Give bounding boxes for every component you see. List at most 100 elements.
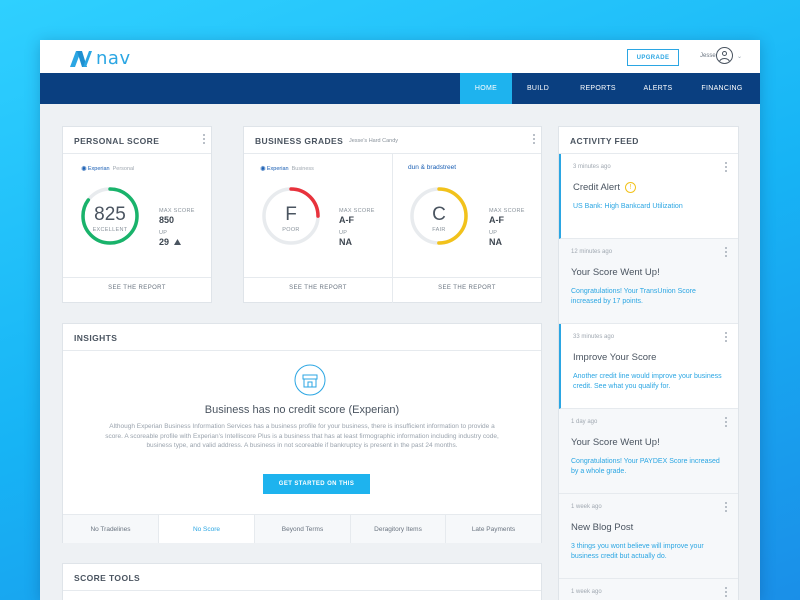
bureau-name: Experian — [88, 166, 110, 172]
bureau-logo: ✺ Experian Business — [260, 165, 314, 173]
alert-icon: ! — [625, 182, 636, 193]
activity-desc[interactable]: Congratulations! Your PAYDEX Score incre… — [571, 457, 726, 477]
nav-logo-icon — [70, 51, 92, 67]
up-label: UP — [339, 230, 347, 236]
activity-time: 3 minutes ago — [573, 164, 611, 170]
insight-body: Although Experian Business Information S… — [101, 422, 503, 451]
more-icon[interactable] — [724, 247, 728, 259]
activity-item[interactable]: 1 week ago New Blog Post 3 things you wo… — [559, 494, 738, 579]
activity-item[interactable]: 3 minutes ago Credit Alert ! US Bank: Hi… — [559, 154, 738, 239]
up-value: NA — [339, 237, 352, 247]
card-title: ACTIVITY FEED — [570, 136, 639, 146]
score-tools-card: SCORE TOOLS — [62, 563, 542, 600]
score-rating: EXCELLENT — [79, 227, 141, 233]
bureau-sub: Personal — [113, 166, 135, 172]
bureau-sub: Business — [292, 166, 314, 172]
activity-item[interactable]: 1 day ago Your Score Went Up! Congratula… — [559, 409, 738, 494]
nav-home[interactable]: HOME — [460, 73, 512, 104]
activity-time: 33 minutes ago — [573, 334, 614, 340]
activity-title-row: Credit Alert ! — [573, 182, 636, 193]
chevron-down-icon[interactable]: ⌄ — [737, 53, 742, 60]
more-icon[interactable] — [724, 587, 728, 599]
insight-heading: Business has no credit score (Experian) — [63, 404, 541, 416]
grade-rating: POOR — [260, 227, 322, 233]
more-icon[interactable] — [724, 162, 728, 174]
tab-no-score[interactable]: No Score — [159, 515, 255, 543]
tab-beyond-terms[interactable]: Beyond Terms — [255, 515, 351, 543]
card-title: PERSONAL SCORE — [74, 136, 159, 146]
nav-alerts[interactable]: ALERTS — [632, 73, 684, 104]
storefront-icon — [294, 364, 326, 396]
up-value: NA — [489, 237, 502, 247]
top-bar: nav UPGRADE Jesse ⌄ — [40, 40, 760, 73]
avatar-icon[interactable] — [716, 47, 733, 64]
more-icon[interactable] — [724, 502, 728, 514]
personal-score-card: PERSONAL SCORE ✺ Experian Personal 825 E… — [62, 126, 212, 303]
logo-text: nav — [96, 48, 131, 69]
see-report-link[interactable]: SEE THE REPORT — [63, 285, 211, 291]
app-window: nav UPGRADE Jesse ⌄ HOME BUILD REPORTS A… — [40, 40, 760, 600]
logo[interactable]: nav — [70, 48, 131, 69]
activity-title: New Blog Post — [571, 522, 633, 533]
up-label: UP — [159, 230, 167, 236]
max-value: 850 — [159, 215, 174, 225]
activity-time: 1 week ago — [571, 589, 602, 595]
activity-desc[interactable]: Congratulations! Your TransUnion Score i… — [571, 287, 726, 307]
nav-financing[interactable]: FINANCING — [692, 73, 752, 104]
experian-icon: ✺ — [260, 165, 266, 173]
max-value: A-F — [489, 215, 504, 225]
activity-time: 12 minutes ago — [571, 249, 612, 255]
experian-icon: ✺ — [81, 165, 87, 173]
activity-item[interactable]: 12 minutes ago Your Score Went Up! Congr… — [559, 239, 738, 324]
insight-tabs: No Tradelines No Score Beyond Terms Dera… — [63, 514, 541, 543]
tab-deragitory-items[interactable]: Deragitory Items — [351, 515, 446, 543]
upgrade-button[interactable]: UPGRADE — [627, 49, 679, 66]
activity-time: 1 week ago — [571, 504, 602, 510]
max-label: MAX SCORE — [489, 208, 525, 214]
main-nav: HOME BUILD REPORTS ALERTS FINANCING — [40, 73, 760, 104]
card-title: BUSINESS GRADES — [255, 136, 343, 146]
activity-title: Credit Alert — [573, 182, 620, 193]
column-divider — [392, 154, 393, 303]
activity-title: Your Score Went Up! — [571, 437, 660, 448]
tab-no-tradelines[interactable]: No Tradelines — [63, 515, 159, 543]
see-report-link[interactable]: SEE THE REPORT — [393, 285, 541, 291]
up-value: 29 — [159, 237, 169, 247]
card-title: SCORE TOOLS — [74, 573, 140, 583]
up-label: UP — [489, 230, 497, 236]
grade-value: C — [408, 204, 470, 226]
more-icon[interactable] — [532, 134, 536, 146]
grade-rating: FAIR — [408, 227, 470, 233]
activity-desc[interactable]: Another credit line would improve your b… — [573, 372, 728, 392]
activity-title: Your Score Went Up! — [571, 267, 660, 278]
business-grades-card: BUSINESS GRADES Jesse's Hard Candy ✺ Exp… — [243, 126, 542, 303]
max-label: MAX SCORE — [159, 208, 195, 214]
see-report-link[interactable]: SEE THE REPORT — [244, 285, 392, 291]
insights-card: INSIGHTS Business has no credit score (E… — [62, 323, 542, 543]
more-icon[interactable] — [724, 417, 728, 429]
activity-desc[interactable]: 3 things you wont believe will improve y… — [571, 542, 726, 562]
nav-build[interactable]: BUILD — [512, 73, 564, 104]
get-started-button[interactable]: GET STARTED ON THIS — [263, 474, 370, 494]
grade-value: F — [260, 204, 322, 226]
activity-feed-card: ACTIVITY FEED 3 minutes ago Credit Alert… — [558, 126, 739, 600]
activity-title: Improve Your Score — [573, 352, 656, 363]
activity-item[interactable]: 33 minutes ago Improve Your Score Anothe… — [559, 324, 738, 409]
activity-time: 1 day ago — [571, 419, 597, 425]
bureau-name: Experian — [267, 166, 289, 172]
up-triangle-icon — [174, 239, 181, 245]
tab-late-payments[interactable]: Late Payments — [446, 515, 541, 543]
dnb-logo: dun & bradstreet — [408, 164, 456, 171]
user-name[interactable]: Jesse — [700, 53, 716, 59]
activity-desc[interactable]: US Bank: High Bankcard Utilization — [573, 202, 728, 212]
business-name: Jesse's Hard Candy — [349, 138, 398, 144]
more-icon[interactable] — [724, 332, 728, 344]
bureau-logo: ✺ Experian Personal — [81, 165, 134, 173]
more-icon[interactable] — [202, 134, 206, 146]
max-label: MAX SCORE — [339, 208, 375, 214]
nav-reports[interactable]: REPORTS — [570, 73, 626, 104]
score-value: 825 — [79, 204, 141, 226]
activity-item[interactable]: 1 week ago — [559, 579, 738, 600]
max-value: A-F — [339, 215, 354, 225]
card-title: INSIGHTS — [74, 333, 117, 343]
